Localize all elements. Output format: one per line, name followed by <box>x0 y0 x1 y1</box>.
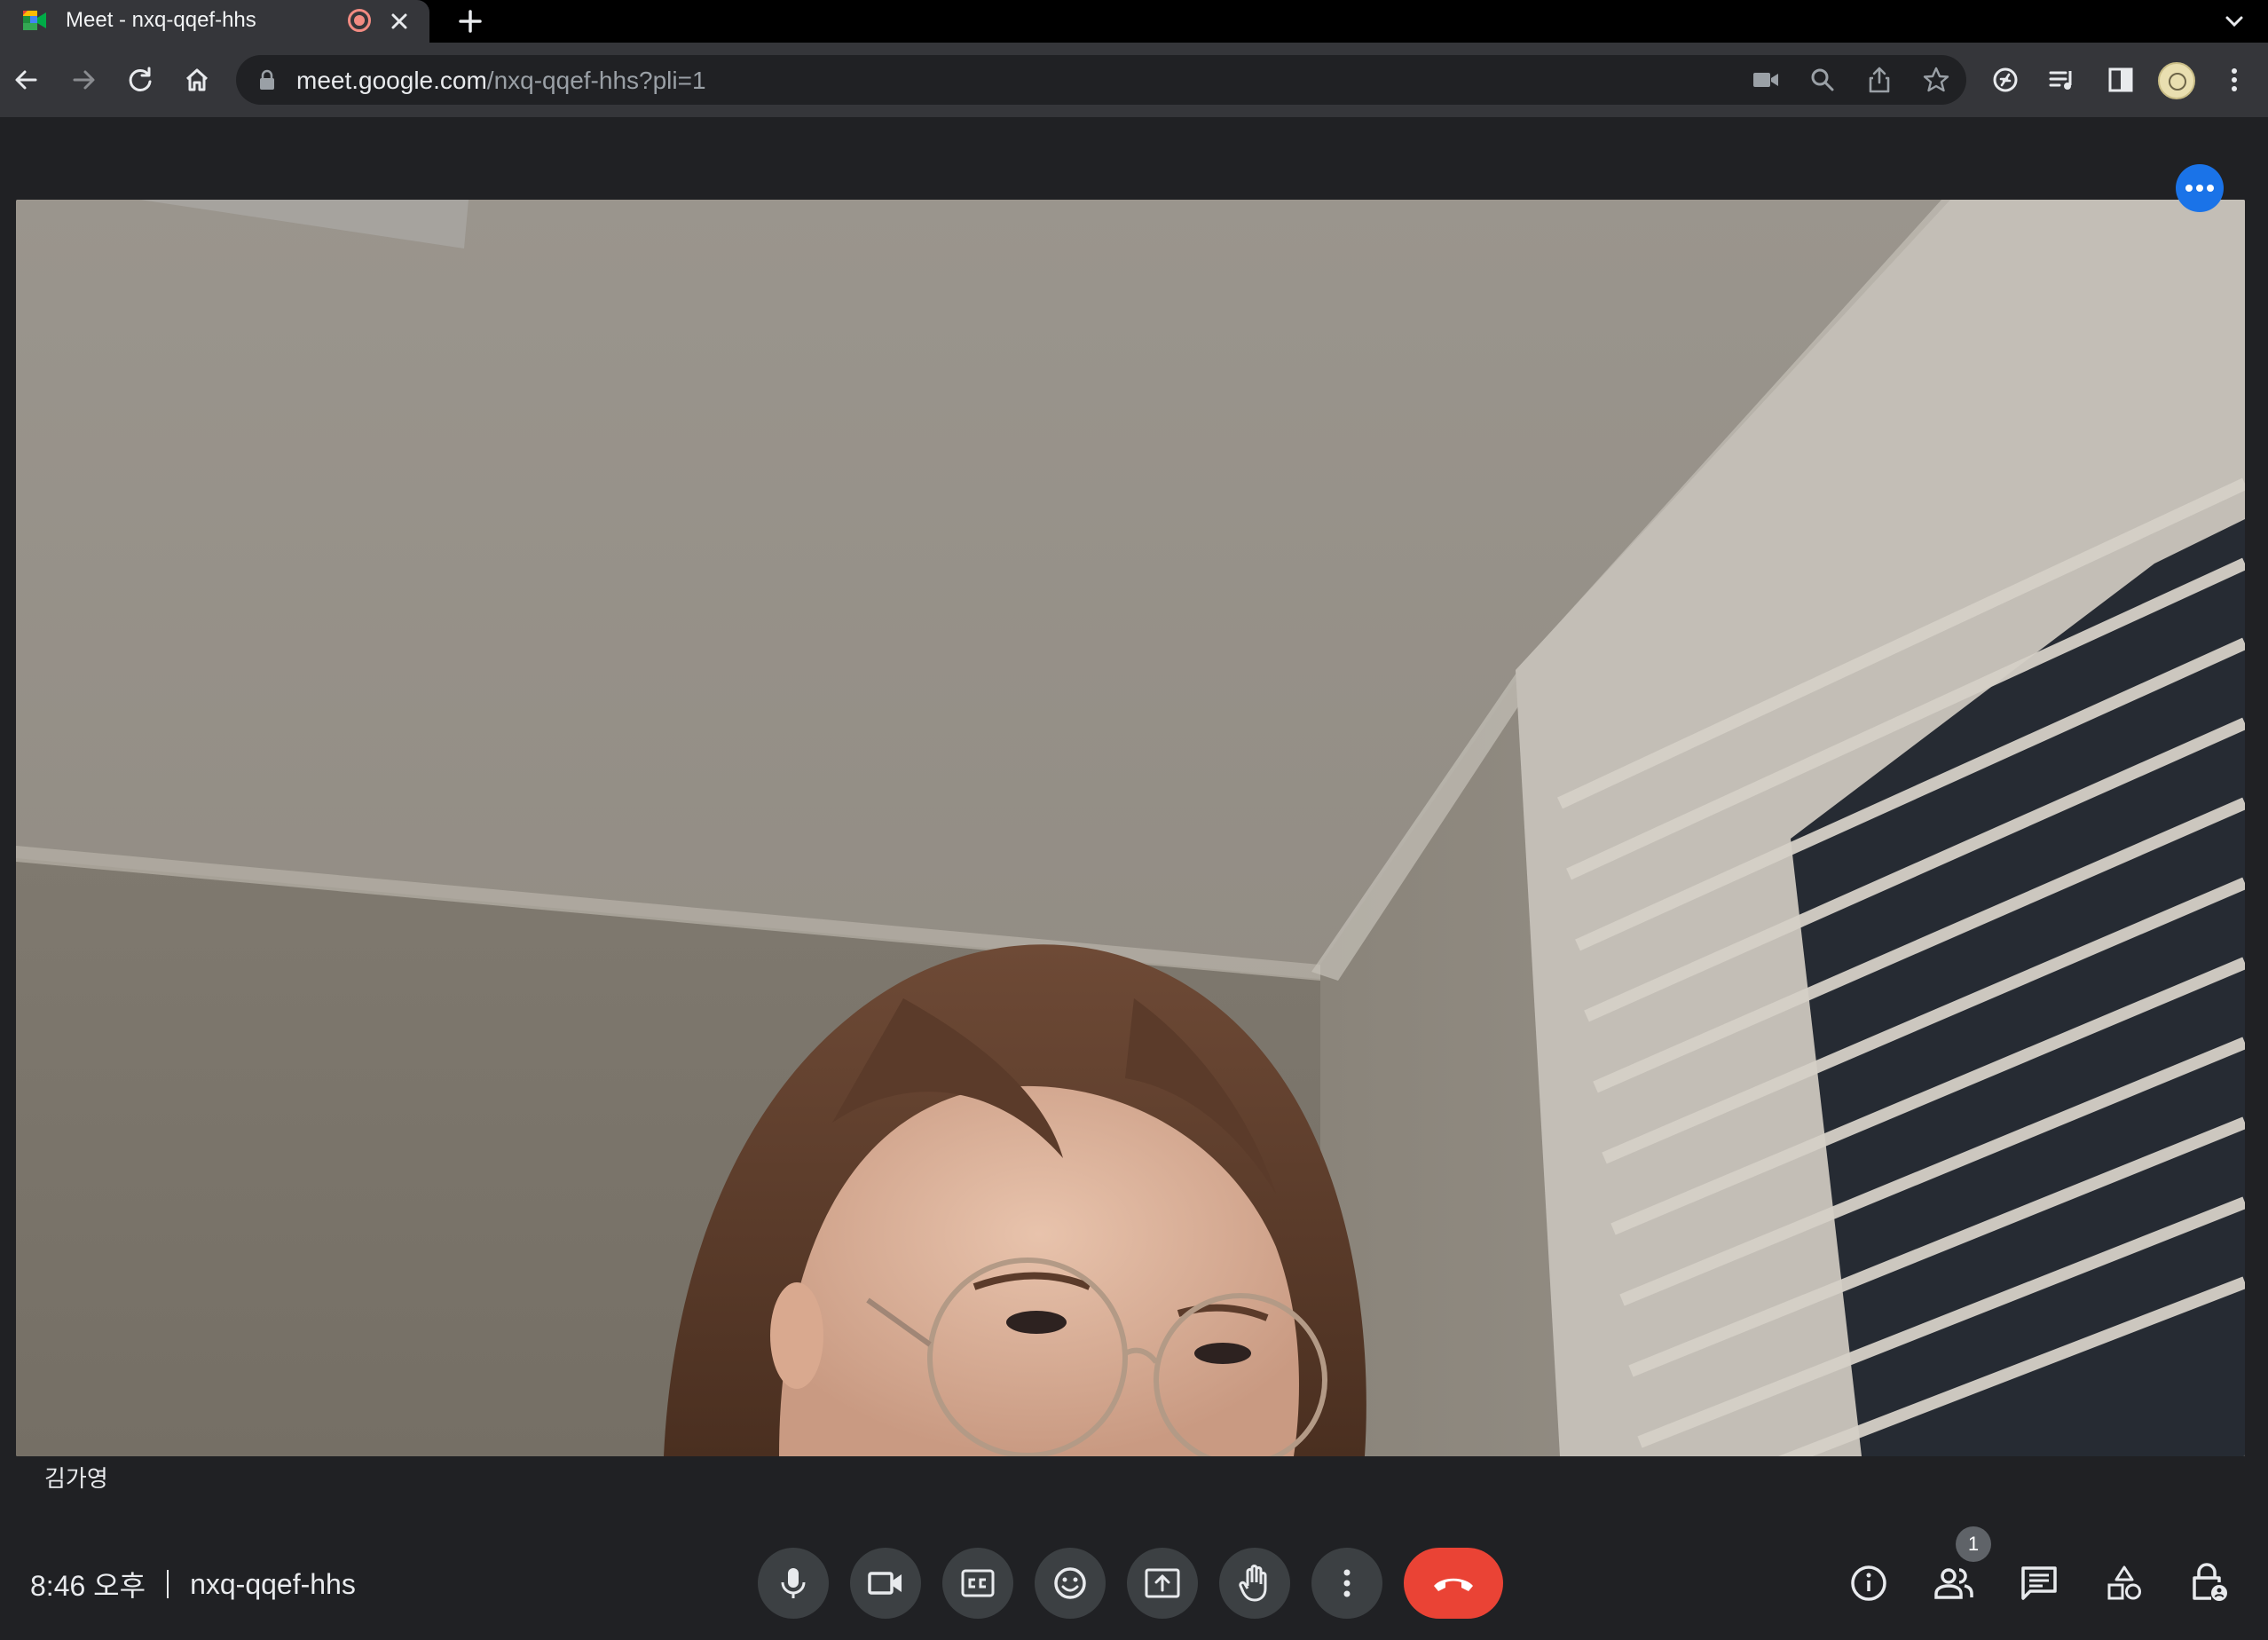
meet-stage: 김가영 8:46 오후 nxq-qqef-hhs 1 <box>0 117 2268 1640</box>
reload-button[interactable] <box>115 55 165 105</box>
people-count-badge: 1 <box>1956 1526 1991 1562</box>
tab-title: Meet - nxq-qqef-hhs <box>66 8 256 32</box>
more-options-button[interactable] <box>1311 1548 1382 1619</box>
participant-name-label: 김가영 <box>44 1465 108 1492</box>
bookmark-star-icon[interactable] <box>1918 62 1954 98</box>
media-queue-icon <box>2049 71 2072 90</box>
info-icon <box>1851 1565 1886 1601</box>
participant-video-tile[interactable] <box>16 200 2245 1456</box>
raise-hand-icon <box>1239 1565 1267 1602</box>
camera-feed-image <box>16 200 2245 1456</box>
close-tab-icon[interactable] <box>385 7 413 35</box>
home-button[interactable] <box>172 55 222 105</box>
camera-in-use-icon[interactable] <box>1748 62 1784 98</box>
url-path: /nxq-qqef-hhs?pli=1 <box>486 67 706 94</box>
home-icon <box>185 68 209 91</box>
present-screen-icon <box>1145 1568 1180 1598</box>
google-meet-favicon-icon <box>23 11 46 30</box>
share-icon[interactable] <box>1862 62 1897 98</box>
arrow-left-icon <box>15 70 37 90</box>
chat-button[interactable] <box>2007 1548 2071 1619</box>
microphone-icon <box>781 1568 806 1598</box>
closed-captions-icon <box>961 1569 995 1597</box>
video-camera-icon <box>868 1572 902 1595</box>
lock-icon[interactable] <box>257 69 277 91</box>
people-icon <box>1934 1568 1973 1599</box>
back-button[interactable] <box>2 55 51 105</box>
tab-search-chevron-down-icon[interactable] <box>2218 5 2250 37</box>
raise-hand-button[interactable] <box>1219 1548 1290 1619</box>
lock-person-icon <box>2193 1563 2227 1601</box>
more-vertical-icon <box>2232 68 2237 91</box>
meeting-info-divider <box>167 1570 169 1598</box>
browser-toolbar: meet.google.com/nxq-qqef-hhs?pli=1 <box>0 43 2268 117</box>
more-horizontal-icon <box>2185 185 2214 192</box>
browser-tab[interactable]: Meet - nxq-qqef-hhs <box>0 0 429 43</box>
hang-up-phone-icon <box>1434 1578 1473 1591</box>
browser-menu-button[interactable] <box>2209 55 2259 105</box>
activities-button[interactable] <box>2092 1548 2156 1619</box>
arrow-right-icon <box>73 70 95 90</box>
url-host: meet.google.com <box>296 67 487 94</box>
extension-button[interactable] <box>1981 55 2030 105</box>
side-panel-button[interactable] <box>2096 55 2146 105</box>
meeting-details-button[interactable] <box>1837 1548 1901 1619</box>
chat-icon <box>2021 1566 2057 1600</box>
browser-tab-strip: Meet - nxq-qqef-hhs <box>0 0 2268 43</box>
meeting-details: 8:46 오후 nxq-qqef-hhs <box>30 1564 356 1605</box>
emoji-smile-icon <box>1054 1567 1086 1599</box>
more-vertical-icon <box>1343 1569 1351 1597</box>
leave-call-button[interactable] <box>1404 1548 1503 1619</box>
side-panel-icon <box>2108 67 2133 92</box>
recording-indicator-icon <box>348 9 371 32</box>
new-tab-plus-icon[interactable] <box>453 4 488 39</box>
current-time: 8:46 오후 <box>30 1570 146 1602</box>
media-control-button[interactable] <box>2037 55 2087 105</box>
host-controls-button[interactable] <box>2177 1548 2241 1619</box>
reactions-button[interactable] <box>1035 1548 1106 1619</box>
tile-more-options-button[interactable] <box>2176 164 2224 212</box>
url-text[interactable]: meet.google.com/nxq-qqef-hhs?pli=1 <box>296 67 706 95</box>
captions-button[interactable] <box>942 1548 1013 1619</box>
extension-icon <box>1993 67 2018 92</box>
meeting-code: nxq-qqef-hhs <box>190 1567 356 1600</box>
camera-button[interactable] <box>850 1548 921 1619</box>
reload-icon <box>129 67 152 91</box>
forward-button[interactable] <box>59 55 108 105</box>
address-bar[interactable]: meet.google.com/nxq-qqef-hhs?pli=1 <box>236 55 1966 105</box>
microphone-button[interactable] <box>758 1548 829 1619</box>
profile-avatar[interactable] <box>2158 62 2195 99</box>
present-screen-button[interactable] <box>1127 1548 1198 1619</box>
activities-shapes-icon <box>2107 1565 2141 1600</box>
search-icon[interactable] <box>1805 62 1840 98</box>
